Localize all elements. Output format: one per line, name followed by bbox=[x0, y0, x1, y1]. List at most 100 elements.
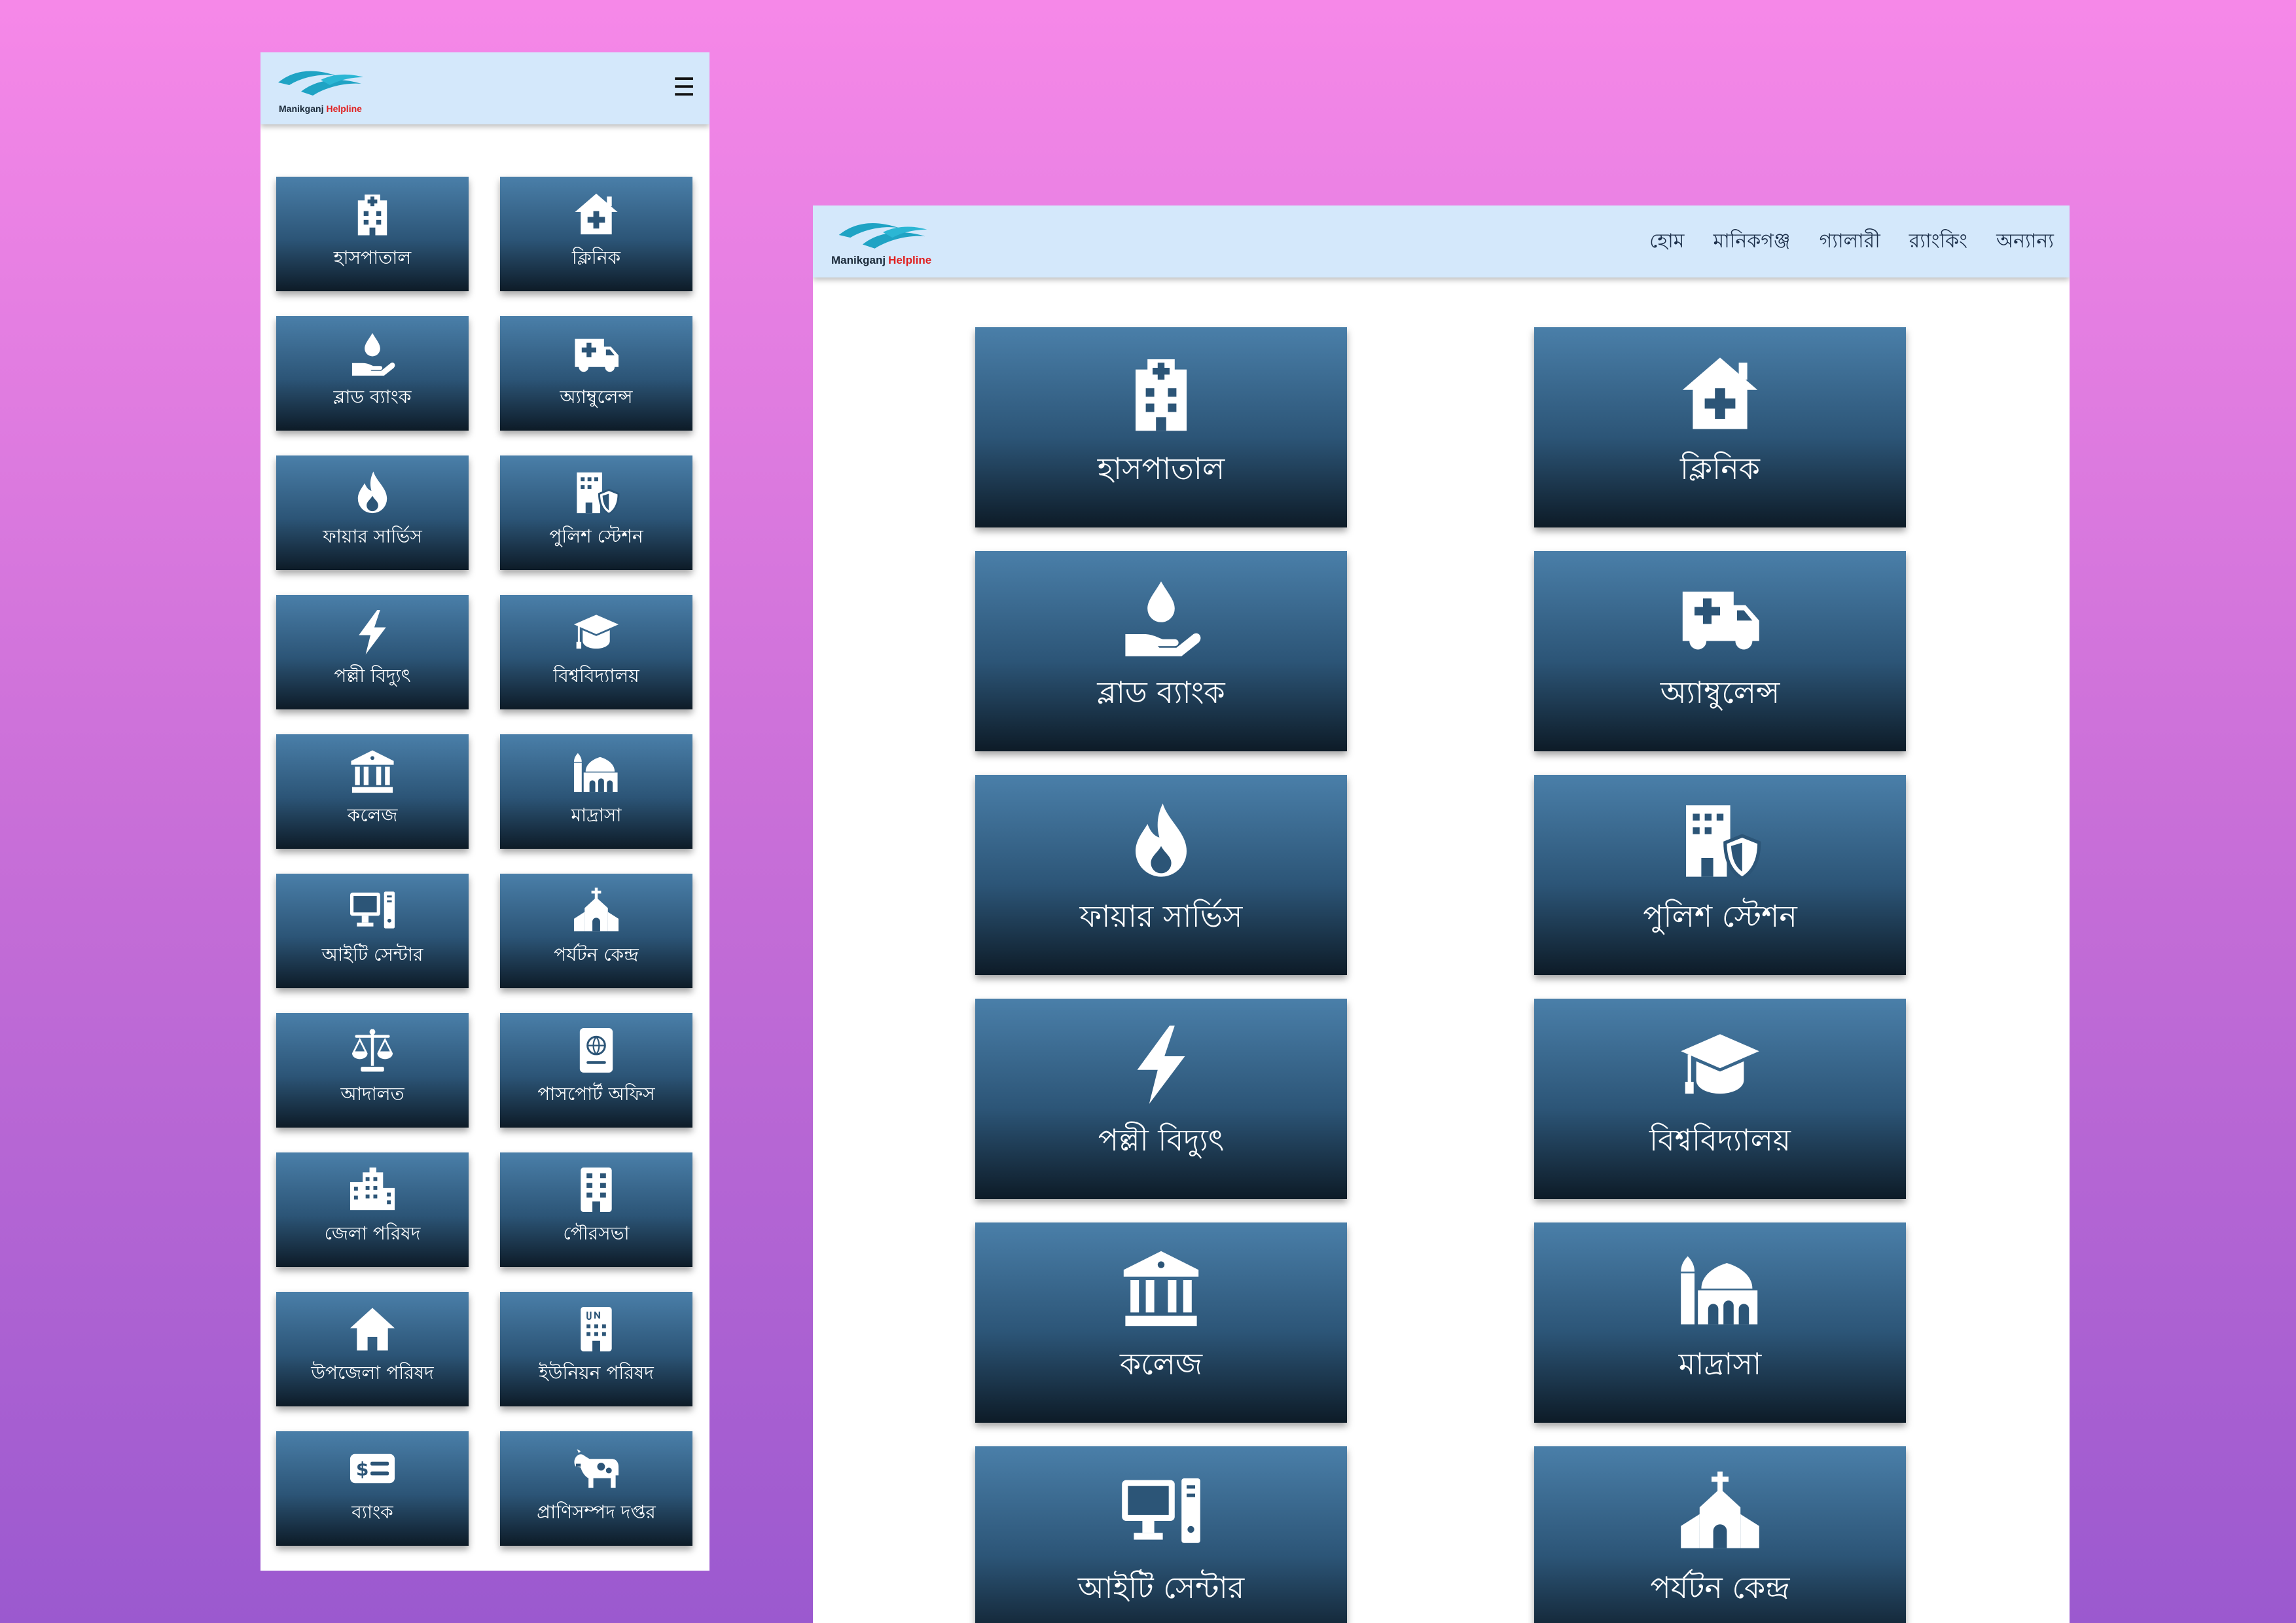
service-tile-computer[interactable]: আইটি সেন্টার bbox=[276, 874, 469, 988]
service-tile-label: পাসপোর্ট অফিস bbox=[537, 1083, 655, 1105]
fire-icon bbox=[357, 471, 387, 514]
computer-icon bbox=[350, 891, 395, 929]
service-tile-label: আইটি সেন্টার bbox=[1077, 1570, 1245, 1605]
mobile-service-grid: হাসপাতাল ক্লিনিক ব্লাড ব্যাংক অ্যাম্বুলেন্স… bbox=[276, 177, 692, 1546]
hospital-icon bbox=[1136, 359, 1187, 431]
logo-text: Manikganj Helpline bbox=[279, 103, 362, 114]
main-nav: হোম মানিকগঞ্জ গ্যালারী র‍্যাংকিং অন্যান্… bbox=[1649, 225, 2054, 259]
service-tile-hand-holding-droplet[interactable]: ব্লাড ব্যাংক bbox=[975, 551, 1347, 751]
service-tile-fire[interactable]: ফায়ার সার্ভিস bbox=[975, 775, 1347, 975]
service-tile-label: হাসপাতাল bbox=[1097, 451, 1225, 486]
service-tile-label: ব্যাংক bbox=[351, 1501, 393, 1523]
service-tile-graduation-cap[interactable]: বিশ্ববিদ্যালয় bbox=[500, 595, 692, 709]
site-logo[interactable]: Manikganj Helpline bbox=[275, 64, 373, 116]
nav-ranking[interactable]: র‍্যাংকিং bbox=[1909, 225, 1967, 259]
nav-home[interactable]: হোম bbox=[1649, 225, 1684, 259]
service-tile-church[interactable]: পর্যটন কেন্দ্র bbox=[1534, 1446, 1906, 1623]
building-un-icon bbox=[581, 1306, 612, 1352]
cow-icon bbox=[574, 1449, 619, 1488]
service-tile-mosque[interactable]: মাদ্রাসা bbox=[500, 734, 692, 849]
nav-manikganj[interactable]: মানিকগঞ্জ bbox=[1713, 225, 1790, 259]
service-tile-building[interactable]: পৌরসভা bbox=[500, 1152, 692, 1267]
house-icon bbox=[350, 1308, 395, 1351]
service-tile-money-bill[interactable]: $ ব্যাংক bbox=[276, 1431, 469, 1546]
service-tile-label: উপজেলা পরিষদ bbox=[311, 1362, 434, 1383]
service-tile-label: ক্লিনিক bbox=[571, 247, 621, 268]
service-tile-passport[interactable]: পাসপোর্ট অফিস bbox=[500, 1013, 692, 1128]
service-tile-mosque[interactable]: মাদ্রাসা bbox=[1534, 1222, 1906, 1423]
hands-logo-icon bbox=[278, 71, 363, 96]
service-tile-city[interactable]: জেলা পরিষদ bbox=[276, 1152, 469, 1267]
hospital-icon bbox=[357, 194, 387, 236]
mosque-icon bbox=[573, 753, 618, 793]
service-tile-bolt[interactable]: পল্লী বিদ্যুৎ bbox=[975, 999, 1347, 1199]
service-tile-label: হাসপাতাল bbox=[333, 247, 412, 268]
service-tile-label: মাদ্রাসা bbox=[1678, 1346, 1762, 1382]
building-icon bbox=[581, 1167, 612, 1213]
service-tile-building-shield[interactable]: পুলিশ স্টেশন bbox=[500, 455, 692, 570]
service-tile-building-columns[interactable]: কলেজ bbox=[276, 734, 469, 849]
hands-logo-icon bbox=[838, 223, 927, 249]
service-tile-church[interactable]: পর্যটন কেন্দ্র bbox=[500, 874, 692, 988]
hand-holding-droplet-icon bbox=[351, 332, 395, 376]
service-tile-graduation-cap[interactable]: বিশ্ববিদ্যালয় bbox=[1534, 999, 1906, 1199]
service-tile-label: জেলা পরিষদ bbox=[324, 1222, 421, 1244]
menu-icon[interactable]: ☰ bbox=[673, 75, 695, 99]
nav-gallery[interactable]: গ্যালারী bbox=[1820, 225, 1880, 259]
building-shield-icon bbox=[1686, 805, 1761, 881]
service-tile-building-columns[interactable]: কলেজ bbox=[975, 1222, 1347, 1423]
scale-balanced-icon bbox=[351, 1029, 393, 1072]
service-tile-label: পুলিশ স্টেশন bbox=[1643, 899, 1797, 934]
service-tile-label: পল্লী বিদ্যুৎ bbox=[1098, 1122, 1225, 1158]
service-tile-label: ক্লিনিক bbox=[1680, 451, 1760, 486]
desktop-service-grid: হাসপাতাল ক্লিনিক ব্লাড ব্যাংক অ্যাম্বুলেন্স… bbox=[975, 327, 1906, 1623]
service-tile-house[interactable]: উপজেলা পরিষদ bbox=[276, 1292, 469, 1406]
house-medical-icon bbox=[575, 193, 618, 235]
service-tile-building-un[interactable]: ইউনিয়ন পরিষদ bbox=[500, 1292, 692, 1406]
service-tile-truck-medical[interactable]: অ্যাম্বুলেন্স bbox=[1534, 551, 1906, 751]
mosque-icon bbox=[1681, 1256, 1758, 1325]
service-tile-scale-balanced[interactable]: আদালত bbox=[276, 1013, 469, 1128]
building-columns-icon bbox=[351, 750, 394, 793]
service-tile-label: অ্যাম্বুলেন্স bbox=[1660, 675, 1780, 710]
service-tile-label: পর্যটন কেন্দ্র bbox=[1650, 1570, 1790, 1605]
svg-text:$: $ bbox=[356, 1458, 369, 1480]
service-tile-label: পর্যটন কেন্দ্র bbox=[554, 944, 639, 965]
building-columns-icon bbox=[1123, 1251, 1199, 1327]
service-tile-building-shield[interactable]: পুলিশ স্টেশন bbox=[1534, 775, 1906, 975]
service-tile-house-medical[interactable]: ক্লিনিক bbox=[1534, 327, 1906, 527]
service-tile-label: মাদ্রাসা bbox=[571, 804, 622, 826]
service-tile-label: প্রাণিসম্পদ দপ্তর bbox=[537, 1501, 656, 1523]
service-tile-label: আইটি সেন্টার bbox=[321, 944, 423, 965]
service-tile-label: পুলিশ স্টেশন bbox=[549, 526, 643, 547]
service-tile-house-medical[interactable]: ক্লিনিক bbox=[500, 177, 692, 291]
service-tile-truck-medical[interactable]: অ্যাম্বুলেন্স bbox=[500, 316, 692, 431]
church-icon bbox=[573, 887, 619, 932]
service-tile-cow[interactable]: প্রাণিসম্পদ দপ্তর bbox=[500, 1431, 692, 1546]
desktop-header: Manikganj Helpline হোম মানিকগঞ্জ গ্যালারী… bbox=[813, 205, 2070, 277]
service-tile-label: ফায়ার সার্ভিস bbox=[323, 526, 422, 547]
site-logo[interactable]: Manikganj Helpline bbox=[827, 216, 948, 271]
graduation-cap-icon bbox=[1681, 1034, 1759, 1094]
service-tile-hand-holding-droplet[interactable]: ব্লাড ব্যাংক bbox=[276, 316, 469, 431]
service-tile-label: ফায়ার সার্ভিস bbox=[1079, 899, 1243, 934]
service-tile-label: কলেজ bbox=[1119, 1346, 1203, 1382]
bolt-icon bbox=[1137, 1026, 1185, 1104]
service-tile-label: ব্লাড ব্যাংক bbox=[333, 386, 412, 408]
service-tile-label: কলেজ bbox=[347, 804, 398, 826]
service-tile-label: পৌরসভা bbox=[563, 1222, 630, 1244]
service-tile-label: আদালত bbox=[340, 1083, 404, 1105]
service-tile-fire[interactable]: ফায়ার সার্ভিস bbox=[276, 455, 469, 570]
service-tile-hospital[interactable]: হাসপাতাল bbox=[276, 177, 469, 291]
service-tile-label: বিশ্ববিদ্যালয় bbox=[1649, 1122, 1791, 1158]
logo-text: Manikganj Helpline bbox=[831, 254, 932, 266]
service-tile-computer[interactable]: আইটি সেন্টার bbox=[975, 1446, 1347, 1623]
hand-holding-droplet-icon bbox=[1125, 581, 1201, 656]
church-icon bbox=[1681, 1471, 1759, 1548]
truck-medical-icon bbox=[1682, 592, 1759, 650]
service-tile-hospital[interactable]: হাসপাতাল bbox=[975, 327, 1347, 527]
city-icon bbox=[350, 1167, 395, 1211]
service-tile-bolt[interactable]: পল্লী বিদ্যুৎ bbox=[276, 595, 469, 709]
nav-others[interactable]: অন্যান্য bbox=[1996, 225, 2054, 259]
house-medical-icon bbox=[1682, 357, 1758, 429]
